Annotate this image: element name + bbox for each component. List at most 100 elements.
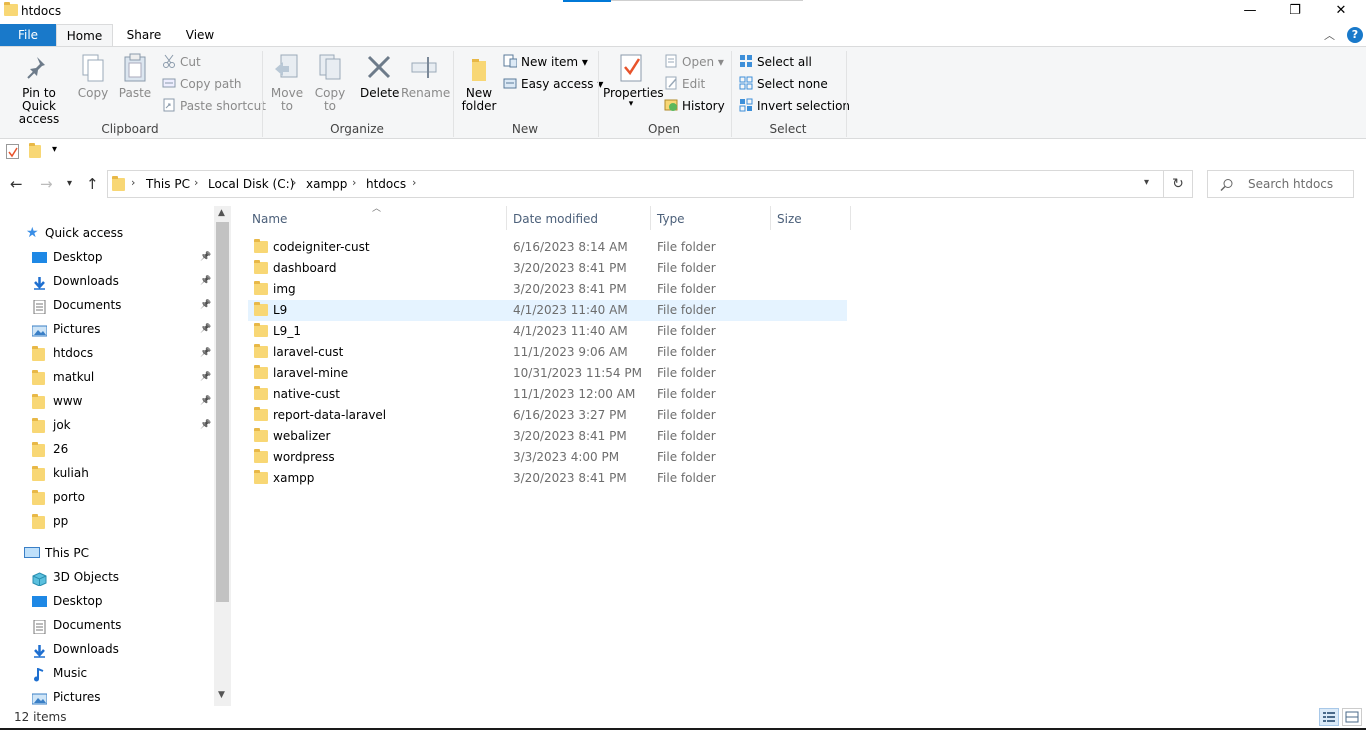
table-row[interactable]: img 3/20/2023 8:41 PM File folder — [248, 279, 847, 300]
chevron-right-icon[interactable]: › — [292, 176, 296, 189]
column-divider[interactable] — [850, 206, 851, 230]
sidebar-item-pc-downloads[interactable]: Downloads — [0, 637, 214, 661]
new-folder-qat-icon[interactable] — [29, 143, 41, 158]
scroll-down-icon[interactable]: ▼ — [218, 690, 225, 700]
table-row[interactable]: dashboard 3/20/2023 8:41 PM File folder — [248, 258, 847, 279]
sidebar-item-pc-music[interactable]: Music — [0, 661, 214, 685]
collapse-ribbon-icon[interactable]: ︿ — [1324, 27, 1335, 43]
table-row[interactable]: native-cust 11/1/2023 12:00 AM File folder — [248, 384, 847, 405]
properties-button[interactable]: Properties ▾ — [603, 53, 664, 109]
nav-quick-access[interactable]: ★ Quick access — [0, 221, 214, 245]
sidebar-item-htdocs[interactable]: htdocs 📌 — [0, 341, 214, 365]
customize-qat-icon[interactable]: ▾ — [52, 144, 57, 155]
breadcrumb-local-disk[interactable]: Local Disk (C:) — [208, 177, 294, 191]
column-size[interactable]: Size — [777, 212, 802, 226]
help-icon[interactable]: ? — [1347, 27, 1363, 43]
tab-file[interactable]: File — [0, 24, 56, 47]
table-row[interactable]: xampp 3/20/2023 8:41 PM File folder — [248, 468, 847, 489]
new-folder-button[interactable]: New folder — [460, 53, 498, 113]
column-divider[interactable] — [770, 206, 771, 230]
edit-button[interactable]: Edit — [664, 75, 705, 93]
tab-home[interactable]: Home — [56, 24, 113, 47]
recent-locations-icon[interactable]: ▾ — [67, 178, 72, 189]
pin-icon[interactable]: 📌 — [200, 293, 211, 317]
table-row[interactable]: laravel-mine 10/31/2023 11:54 PM File fold… — [248, 363, 847, 384]
properties-qat-icon[interactable] — [6, 144, 19, 159]
pin-icon[interactable]: 📌 — [200, 365, 211, 389]
easy-access-button[interactable]: Easy access ▾ — [503, 75, 603, 93]
large-icons-view-icon[interactable] — [1342, 708, 1362, 726]
pin-icon[interactable]: 📌 — [200, 413, 211, 437]
column-divider[interactable] — [650, 206, 651, 230]
select-all-button[interactable]: Select all — [739, 53, 812, 71]
nav-scrollbar-thumb[interactable] — [216, 222, 229, 602]
chevron-right-icon[interactable]: › — [352, 176, 356, 189]
sidebar-item-porto[interactable]: porto — [0, 485, 214, 509]
cut-button[interactable]: Cut — [162, 53, 201, 71]
sidebar-item-pc-desktop[interactable]: Desktop — [0, 589, 214, 613]
address-bar[interactable]: › This PC › Local Disk (C:) › xampp › ht… — [107, 170, 1164, 198]
sidebar-item-pictures[interactable]: Pictures 📌 — [0, 317, 214, 341]
chevron-right-icon[interactable]: › — [131, 176, 135, 189]
column-divider[interactable] — [506, 206, 507, 230]
sidebar-item-matkul[interactable]: matkul 📌 — [0, 365, 214, 389]
scroll-up-icon[interactable]: ▲ — [218, 208, 225, 218]
invert-selection-button[interactable]: Invert selection — [739, 97, 850, 115]
tab-share[interactable]: Share — [121, 24, 167, 47]
pin-icon[interactable]: 📌 — [200, 389, 211, 413]
new-item-button[interactable]: New item ▾ — [503, 53, 588, 71]
column-name[interactable]: Name — [252, 212, 287, 226]
copy-to-button[interactable]: Copy to — [313, 53, 347, 113]
table-row[interactable]: webalizer 3/20/2023 8:41 PM File folder — [248, 426, 847, 447]
table-row[interactable]: report-data-laravel 6/16/2023 3:27 PM File… — [248, 405, 847, 426]
sidebar-item-downloads[interactable]: Downloads 📌 — [0, 269, 214, 293]
pin-icon[interactable]: 📌 — [200, 269, 211, 293]
sidebar-item-26[interactable]: 26 — [0, 437, 214, 461]
move-to-button[interactable]: Move to — [270, 53, 304, 113]
minimize-button[interactable]: — — [1227, 0, 1273, 24]
address-dropdown-icon[interactable]: ▾ — [1144, 177, 1149, 188]
copy-path-button[interactable]: Copy path — [162, 75, 242, 93]
search-input[interactable]: Search htdocs — [1207, 170, 1354, 198]
tab-view[interactable]: View — [178, 24, 222, 47]
open-button[interactable]: Open ▾ — [664, 53, 724, 71]
sidebar-item-pp[interactable]: pp — [0, 509, 214, 533]
pin-quick-access-button[interactable]: Pin to Quick access — [6, 53, 72, 126]
table-row[interactable]: L9_1 4/1/2023 11:40 AM File folder — [248, 321, 847, 342]
sidebar-item-pc-3d-objects[interactable]: 3D Objects — [0, 565, 214, 589]
sidebar-item-kuliah[interactable]: kuliah — [0, 461, 214, 485]
rename-button[interactable]: Rename — [401, 53, 450, 100]
breadcrumb-xampp[interactable]: xampp — [306, 177, 347, 191]
breadcrumb-htdocs[interactable]: htdocs — [366, 177, 406, 191]
refresh-icon[interactable]: ↻ — [1164, 170, 1193, 198]
pin-icon[interactable]: 📌 — [200, 245, 211, 269]
pin-icon[interactable]: 📌 — [200, 341, 211, 365]
sidebar-item-pc-pictures[interactable]: Pictures — [0, 685, 214, 706]
sidebar-item-jok[interactable]: jok 📌 — [0, 413, 214, 437]
maximize-button[interactable]: ❐ — [1272, 0, 1318, 24]
table-row[interactable]: wordpress 3/3/2023 4:00 PM File folder — [248, 447, 847, 468]
details-view-icon[interactable] — [1319, 708, 1339, 726]
sidebar-item-documents[interactable]: Documents 📌 — [0, 293, 214, 317]
copy-button[interactable]: Copy — [77, 53, 109, 100]
delete-button[interactable]: Delete — [360, 53, 399, 100]
chevron-right-icon[interactable]: › — [412, 176, 416, 189]
paste-button[interactable]: Paste — [118, 53, 152, 100]
table-row[interactable]: laravel-cust 11/1/2023 9:06 AM File folder — [248, 342, 847, 363]
chevron-right-icon[interactable]: › — [194, 176, 198, 189]
sidebar-item-desktop[interactable]: Desktop 📌 — [0, 245, 214, 269]
sidebar-item-www[interactable]: www 📌 — [0, 389, 214, 413]
close-button[interactable]: ✕ — [1318, 0, 1364, 24]
history-button[interactable]: History — [664, 97, 725, 115]
select-none-button[interactable]: Select none — [739, 75, 828, 93]
breadcrumb-this-pc[interactable]: This PC — [146, 177, 190, 191]
back-icon[interactable]: ← — [10, 175, 23, 193]
up-icon[interactable]: ↑ — [86, 175, 99, 193]
paste-shortcut-button[interactable]: Paste shortcut — [162, 97, 266, 115]
sidebar-item-pc-documents[interactable]: Documents — [0, 613, 214, 637]
column-type[interactable]: Type — [657, 212, 685, 226]
table-row[interactable]: codeigniter-cust 6/16/2023 8:14 AM File fo… — [248, 237, 847, 258]
forward-icon[interactable]: → — [40, 175, 53, 193]
nav-this-pc[interactable]: This PC — [0, 541, 214, 565]
column-date-modified[interactable]: Date modified — [513, 212, 598, 226]
